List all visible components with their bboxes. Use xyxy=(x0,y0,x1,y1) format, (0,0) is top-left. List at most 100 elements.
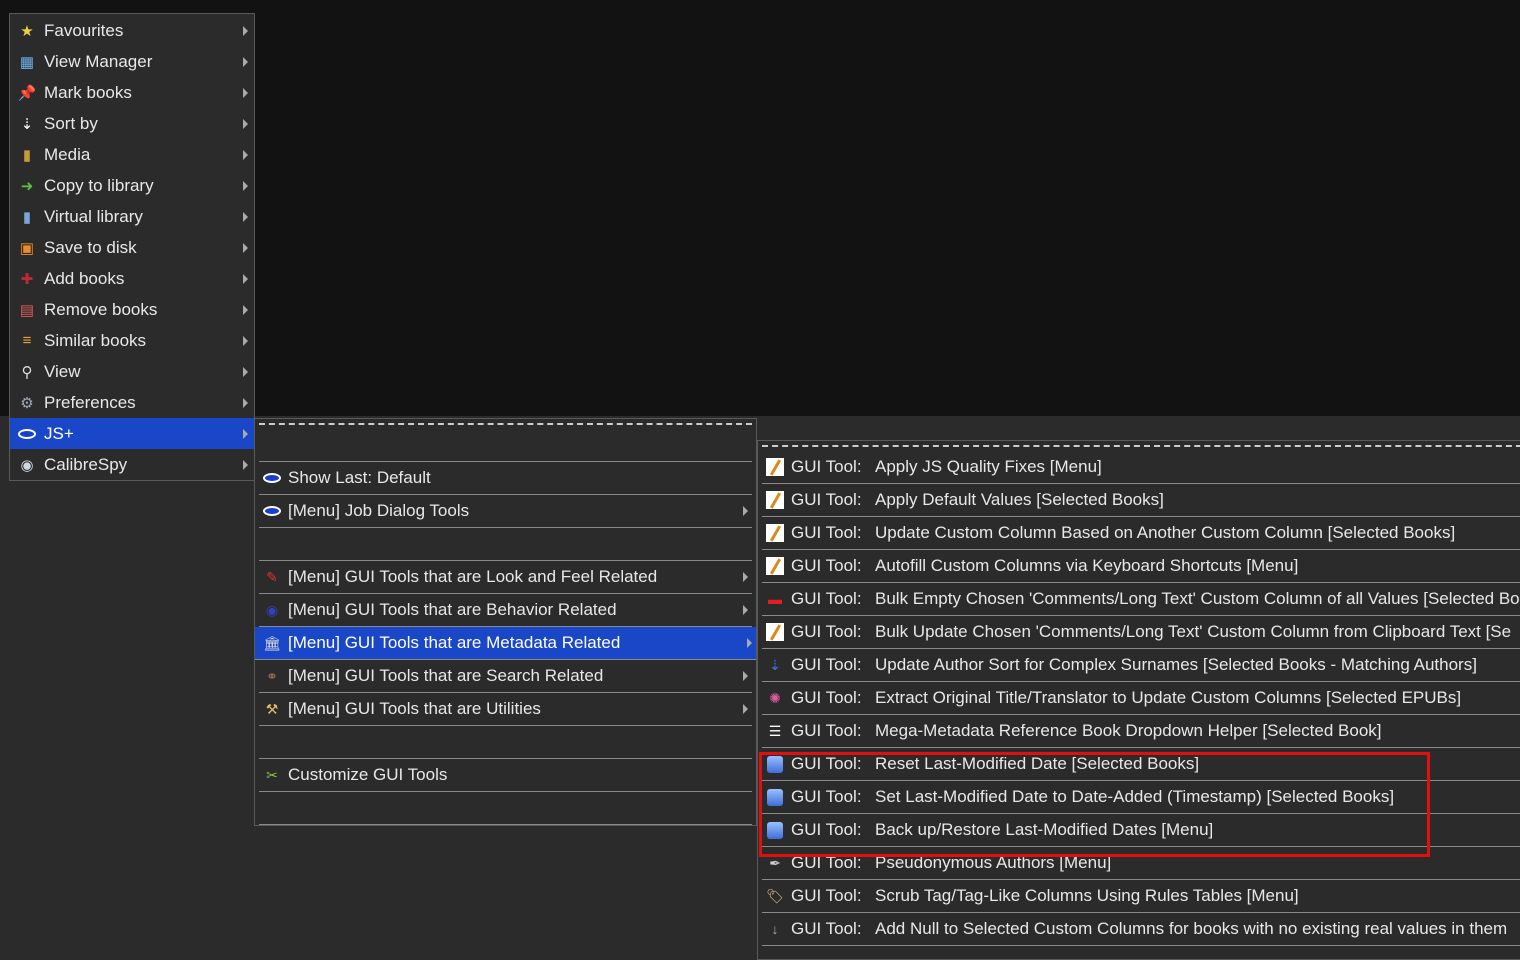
magnifier-icon: ⚲ xyxy=(21,363,33,381)
menu-separator xyxy=(259,792,752,825)
menu-item-remove-books[interactable]: ▤ Remove books xyxy=(10,294,254,325)
submenu-arrow-icon xyxy=(743,605,748,615)
copy-library-icon: ➜ xyxy=(20,177,34,195)
menu-item-similar-books[interactable]: ≡ Similar books xyxy=(10,325,254,356)
submenu-item-label: Customize GUI Tools xyxy=(288,765,448,784)
submenu-item[interactable]: ✎ [Menu] GUI Tools that are Look and Feel… xyxy=(259,561,752,594)
menu-item-js-[interactable]: JS+ xyxy=(10,418,254,449)
menu-item-calibrespy[interactable]: ◉ CalibreSpy xyxy=(10,449,254,480)
virtual-library-icon: ▮ xyxy=(22,208,32,226)
gui-tool-item[interactable]: GUI Tool: Bulk Update Chosen 'Comments/Lo… xyxy=(762,616,1520,649)
menu-item-label: JS+ xyxy=(44,423,74,443)
gui-tool-item[interactable]: ↓ GUI Tool: Add Null to Selected Custom Co… xyxy=(762,913,1520,946)
gui-tool-prefix: GUI Tool: xyxy=(791,556,862,575)
gui-tool-item[interactable]: GUI Tool: Apply Default Values [Selected … xyxy=(762,484,1520,517)
gui-tool-item[interactable]: GUI Tool: Back up/Restore Last-Modified D… xyxy=(762,814,1520,847)
submenu-item-label: [Menu] GUI Tools that are Search Related xyxy=(288,666,604,685)
submenu-arrow-icon xyxy=(243,56,248,67)
pencil-icon xyxy=(765,457,785,477)
gui-tool-item[interactable]: GUI Tool: Reset Last-Modified Date [Selec… xyxy=(762,748,1520,781)
color-wheel-icon: ✺ xyxy=(769,689,781,706)
binoculars-icon: ⚭ xyxy=(266,667,278,684)
gui-tool-item[interactable]: GUI Tool: Update Custom Column Based on A… xyxy=(762,517,1520,550)
menu-separator xyxy=(259,528,752,561)
calendar-icon xyxy=(765,820,785,840)
calibrespy-eye-icon: ◉ xyxy=(20,456,34,474)
gui-tool-item[interactable]: GUI Tool: Autofill Custom Columns via Key… xyxy=(762,550,1520,583)
gui-tool-label: Bulk Update Chosen 'Comments/Long Text' … xyxy=(875,622,1512,641)
gui-tool-label: Back up/Restore Last-Modified Dates [Men… xyxy=(875,820,1214,839)
gui-tool-prefix: GUI Tool: xyxy=(791,754,862,773)
menu-item-label: Virtual library xyxy=(44,206,143,226)
floppy-icon: ▣ xyxy=(19,239,35,257)
submenu-item[interactable]: ✂ Customize GUI Tools xyxy=(259,759,752,792)
submenu-arrow-icon xyxy=(243,242,248,253)
submenu-arrow-icon xyxy=(243,25,248,36)
menu-item-label: Add books xyxy=(44,268,125,288)
gui-tool-prefix: GUI Tool: xyxy=(791,589,862,608)
gui-tool-item[interactable]: ⇣ GUI Tool: Update Author Sort for Complex… xyxy=(762,649,1520,682)
menu-item-view-manager[interactable]: ▦ View Manager xyxy=(10,46,254,77)
submenu-item[interactable]: [Menu] Job Dialog Tools xyxy=(259,495,752,528)
quill-icon: ✒ xyxy=(769,854,781,871)
pillar-icon: 🏛 xyxy=(263,634,281,651)
gui-tool-label: Update Author Sort for Complex Surnames … xyxy=(875,655,1477,674)
sort-icon: ⇣ xyxy=(20,115,34,133)
eye-icon xyxy=(17,424,37,444)
jsplus-submenu: Show Last: Default [Menu] Job Dialog Tool… xyxy=(254,418,757,826)
gui-tool-label: Apply JS Quality Fixes [Menu] xyxy=(875,457,1102,476)
menu-item-media[interactable]: ▮ Media xyxy=(10,139,254,170)
submenu-item[interactable]: ⚒ [Menu] GUI Tools that are Utilities xyxy=(259,693,752,726)
pencil-icon xyxy=(765,490,785,510)
menu-item-copy-to-library[interactable]: ➜ Copy to library xyxy=(10,170,254,201)
submenu-arrow-icon xyxy=(243,87,248,98)
menu-item-mark-books[interactable]: 📌 Mark books xyxy=(10,77,254,108)
gui-tool-item[interactable]: ☰ GUI Tool: Mega-Metadata Reference Book D… xyxy=(762,715,1520,748)
menu-item-label: Media xyxy=(44,144,91,164)
submenu-arrow-icon xyxy=(743,704,748,714)
menu-item-label: Similar books xyxy=(44,330,147,350)
gui-tool-item[interactable]: GUI Tool: Set Last-Modified Date to Date-… xyxy=(762,781,1520,814)
menu-separator xyxy=(259,726,752,759)
submenu-arrow-icon xyxy=(243,304,248,315)
menu-item-sort-by[interactable]: ⇣ Sort by xyxy=(10,108,254,139)
submenu-arrow-icon xyxy=(243,180,248,191)
menu-item-virtual-library[interactable]: ▮ Virtual library xyxy=(10,201,254,232)
submenu-item[interactable]: Show Last: Default xyxy=(259,462,752,495)
paintbrush-icon: ✎ xyxy=(266,568,278,585)
menu-item-preferences[interactable]: ⚙ Preferences xyxy=(10,387,254,418)
menu-item-favourites[interactable]: ★ Favourites xyxy=(10,15,254,46)
gui-tool-prefix: GUI Tool: xyxy=(791,490,862,509)
menu-item-save-to-disk[interactable]: ▣ Save to disk xyxy=(10,232,254,263)
tearoff-handle[interactable] xyxy=(762,445,1520,447)
submenu-item[interactable]: ⚭ [Menu] GUI Tools that are Search Relate… xyxy=(259,660,752,693)
null-icon: ↓ xyxy=(771,921,779,937)
menu-item-view[interactable]: ⚲ View xyxy=(10,356,254,387)
gui-tool-item[interactable]: GUI Tool: Apply JS Quality Fixes [Menu] xyxy=(762,451,1520,484)
submenu-item[interactable]: 🏛 [Menu] GUI Tools that are Metadata Rela… xyxy=(255,627,756,660)
submenu-item[interactable]: ◉ [Menu] GUI Tools that are Behavior Rela… xyxy=(259,594,752,627)
behavior-icon: ◉ xyxy=(265,601,279,618)
menu-item-add-books[interactable]: ✚ Add books xyxy=(10,263,254,294)
submenu-arrow-icon xyxy=(243,366,248,377)
gui-tool-prefix: GUI Tool: xyxy=(791,787,862,806)
gui-tool-label: Add Null to Selected Custom Columns for … xyxy=(875,919,1508,938)
gui-tool-prefix: GUI Tool: xyxy=(791,919,862,938)
menu-item-label: Sort by xyxy=(44,113,98,133)
submenu-item-label: [Menu] GUI Tools that are Metadata Relat… xyxy=(288,633,621,652)
menu-item-label: CalibreSpy xyxy=(44,454,128,474)
gui-tool-label: Extract Original Title/Translator to Upd… xyxy=(875,688,1462,707)
list-dropdown-icon: ☰ xyxy=(768,722,782,739)
gui-tool-item[interactable]: ✺ GUI Tool: Extract Original Title/Transla… xyxy=(762,682,1520,715)
gui-tool-prefix: GUI Tool: xyxy=(791,523,862,542)
menu-item-label: Preferences xyxy=(44,392,136,412)
tearoff-handle[interactable] xyxy=(259,423,752,425)
calendar-icon xyxy=(765,787,785,807)
gui-tool-item[interactable]: 🏷 GUI Tool: Scrub Tag/Tag-Like Columns Usi… xyxy=(762,880,1520,913)
gui-tool-item[interactable]: ✒ GUI Tool: Pseudonymous Authors [Menu] xyxy=(762,847,1520,880)
gui-tool-label: Set Last-Modified Date to Date-Added (Ti… xyxy=(875,787,1395,806)
gui-tool-prefix: GUI Tool: xyxy=(791,853,862,872)
submenu-item-label: [Menu] GUI Tools that are Look and Feel … xyxy=(288,567,658,586)
gui-tool-label: Autofill Custom Columns via Keyboard Sho… xyxy=(875,556,1299,575)
gui-tool-item[interactable]: ▬ GUI Tool: Bulk Empty Chosen 'Comments/Lo… xyxy=(762,583,1520,616)
